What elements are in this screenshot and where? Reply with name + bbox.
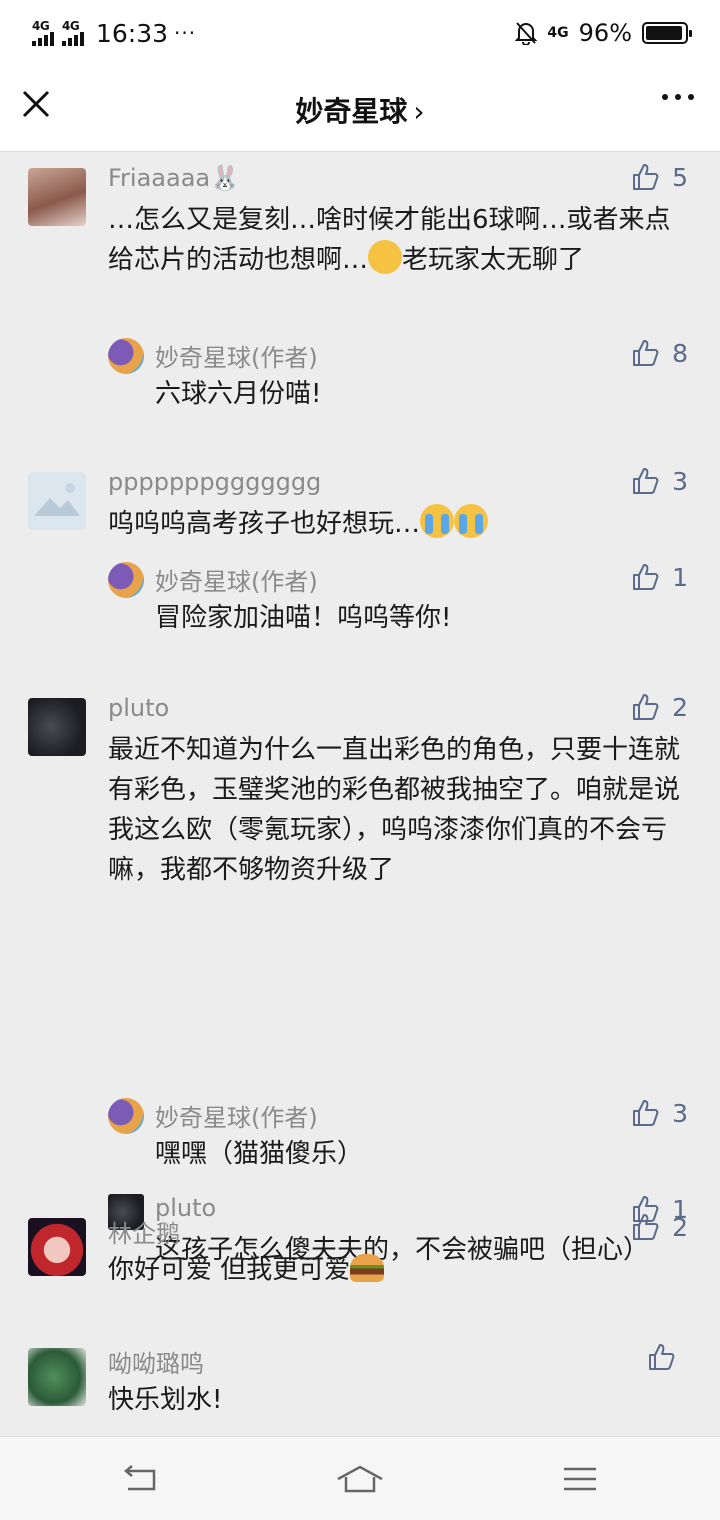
- system-nav-bar: [0, 1436, 720, 1520]
- avatar[interactable]: [28, 472, 86, 530]
- chevron-right-icon: ›: [413, 95, 425, 128]
- thumbs-up-icon: [633, 468, 659, 494]
- page-title-text: 妙奇星球: [295, 95, 408, 128]
- network-type-1: 4G: [32, 19, 50, 33]
- like-button[interactable]: 5: [630, 162, 688, 192]
- comment-text: 你好可爱 但我更可爱: [108, 1250, 690, 1290]
- comment-text: 快乐划水!: [108, 1385, 223, 1415]
- comment-text: 呜呜呜高考孩子也好想玩…: [108, 504, 690, 544]
- like-button[interactable]: 2: [630, 692, 688, 722]
- like-count: 8: [672, 338, 688, 368]
- author-avatar[interactable]: [108, 338, 144, 374]
- reply-text: 嘿嘿（猫猫傻乐）: [155, 1139, 364, 1169]
- reply-username[interactable]: 妙奇星球(作者): [155, 338, 318, 373]
- signal-icon-2: 4G: [62, 20, 84, 46]
- more-notifications-icon: ···: [174, 21, 197, 45]
- like-button[interactable]: [646, 1342, 688, 1372]
- reply-username[interactable]: 妙奇星球(作者): [155, 1098, 318, 1133]
- comment-text-part-1: 呜呜呜高考孩子也好想玩…: [108, 509, 421, 539]
- comment-text-part-1: 你好可爱 但我更可爱: [108, 1255, 351, 1285]
- signal-icon-1: 4G: [32, 20, 54, 46]
- like-count: 1: [672, 562, 688, 592]
- like-button[interactable]: 2: [630, 1212, 688, 1242]
- author-avatar[interactable]: [108, 1098, 144, 1134]
- thumbs-up-icon: [633, 340, 659, 366]
- page-title[interactable]: 妙奇星球 ›: [0, 90, 720, 130]
- comment-username[interactable]: 林企鹅: [108, 1214, 180, 1249]
- like-count: 5: [672, 162, 688, 192]
- thumbs-up-icon: [633, 694, 659, 720]
- like-count: 2: [672, 692, 688, 722]
- burger-emoji-icon: [350, 1254, 385, 1282]
- thumbs-up-icon: [633, 1214, 659, 1240]
- like-count: 2: [672, 1212, 688, 1242]
- avatar[interactable]: [28, 698, 86, 756]
- reply-username[interactable]: 妙奇星球(作者): [155, 562, 318, 597]
- comment-username[interactable]: pppppppggggggg: [108, 468, 321, 496]
- back-icon[interactable]: [120, 1463, 160, 1495]
- reply-like-button[interactable]: 3: [630, 1098, 688, 1128]
- mute-bell-icon: [515, 22, 538, 45]
- reply-text: 冒险家加油喵！呜呜等你!: [155, 603, 452, 633]
- like-button[interactable]: 3: [630, 466, 688, 496]
- thumbs-up-icon: [633, 564, 659, 590]
- comment-text: …怎么又是复刻…啥时候才能出6球啊…或者来点给芯片的活动也想啊… 老玩家太无聊了: [108, 200, 690, 280]
- network-type-2: 4G: [62, 19, 80, 33]
- reply-like-button[interactable]: 1: [630, 562, 688, 592]
- top-nav-bar: 妙奇星球 ›: [0, 66, 720, 152]
- thumbs-up-icon: [633, 1100, 659, 1126]
- status-bar: 4G 4G 16:33 ··· 4G 96%: [0, 0, 720, 66]
- menu-icon[interactable]: [562, 1463, 598, 1495]
- clock: 16:33: [96, 18, 169, 48]
- comment-text: 最近不知道为什么一直出彩色的角色，只要十连就有彩色，玉璧奖池的彩色都被我抽空了。…: [108, 735, 681, 885]
- avatar[interactable]: [28, 1348, 86, 1406]
- avatar[interactable]: [28, 168, 86, 226]
- comment-username[interactable]: Friaaaaa🐰: [108, 164, 240, 192]
- thumbs-up-icon: [649, 1344, 675, 1370]
- signal-type-right: 4G: [547, 25, 569, 41]
- reply-text: 六球六月份喵!: [155, 379, 322, 409]
- more-options-icon[interactable]: [662, 94, 694, 100]
- home-icon[interactable]: [336, 1463, 384, 1495]
- avatar[interactable]: [28, 1218, 86, 1276]
- author-avatar[interactable]: [108, 562, 144, 598]
- like-count: 3: [672, 1098, 688, 1128]
- crying-face-emoji-icon: [454, 504, 489, 538]
- battery-icon: [642, 22, 692, 44]
- comment-username[interactable]: pluto: [108, 694, 169, 722]
- like-count: 3: [672, 466, 688, 496]
- crying-face-emoji-icon: [420, 504, 455, 538]
- comment-username[interactable]: 呦呦璐鸣: [108, 1344, 204, 1379]
- placeholder-image-icon: [34, 483, 80, 516]
- comment-text-part-2: 老玩家太无聊了: [402, 245, 585, 275]
- battery-percent: 96%: [578, 19, 632, 47]
- thumbs-up-icon: [633, 164, 659, 190]
- sad-face-emoji-icon: [368, 240, 403, 274]
- reply-like-button[interactable]: 8: [630, 338, 688, 368]
